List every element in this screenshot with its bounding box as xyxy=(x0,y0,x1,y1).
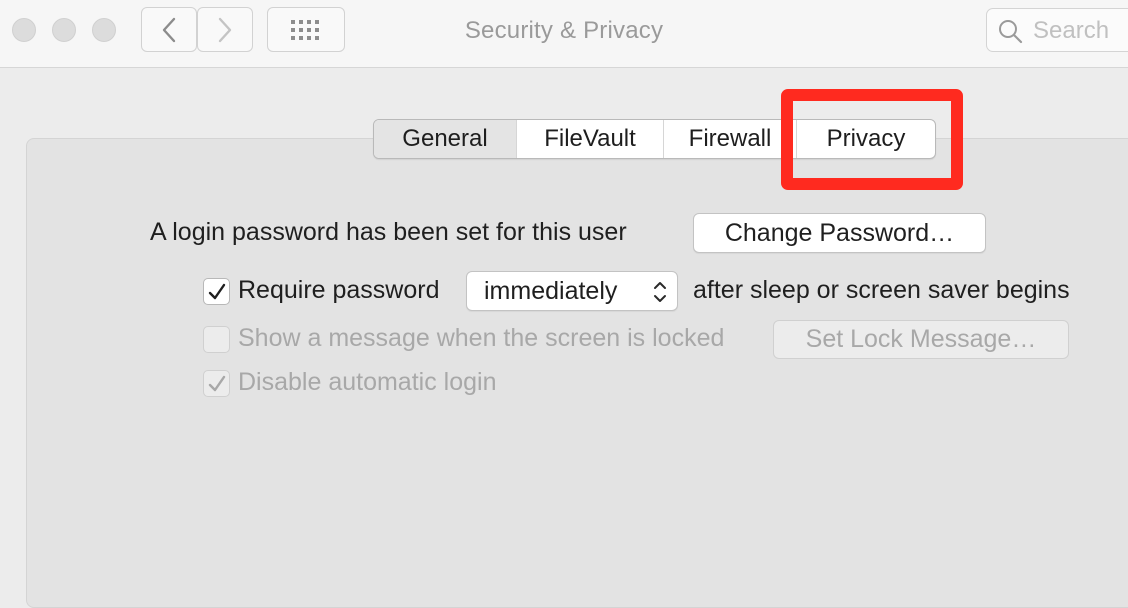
content-panel xyxy=(26,138,1128,608)
chevron-left-icon xyxy=(162,17,176,42)
require-password-select-value: immediately xyxy=(484,277,618,305)
set-lock-message-button[interactable]: Set Lock Message… xyxy=(773,320,1069,359)
tab-filevault[interactable]: FileVault xyxy=(517,120,664,158)
require-password-suffix: after sleep or screen saver begins xyxy=(693,276,1070,304)
disable-auto-login-checkbox[interactable] xyxy=(203,370,230,397)
change-password-button[interactable]: Change Password… xyxy=(693,213,986,253)
tab-bar: General FileVault Firewall Privacy xyxy=(373,119,936,159)
show-message-label: Show a message when the screen is locked xyxy=(238,324,725,352)
zoom-window-button[interactable] xyxy=(92,18,116,42)
require-password-checkbox[interactable] xyxy=(203,278,230,305)
search-icon xyxy=(999,20,1023,44)
show-all-button[interactable] xyxy=(267,7,345,52)
tab-general[interactable]: General xyxy=(374,120,517,158)
chevron-right-icon xyxy=(218,17,232,42)
tab-firewall[interactable]: Firewall xyxy=(664,120,797,158)
disable-auto-login-label: Disable automatic login xyxy=(238,368,497,396)
search-placeholder: Search xyxy=(1033,17,1110,44)
tab-privacy[interactable]: Privacy xyxy=(797,120,935,158)
require-password-label: Require password xyxy=(238,276,440,304)
grid-icon xyxy=(291,19,319,40)
search-field[interactable]: Search xyxy=(986,8,1128,52)
login-password-text: A login password has been set for this u… xyxy=(150,218,627,246)
forward-button[interactable] xyxy=(197,7,253,52)
title-bar: Security & Privacy Search xyxy=(0,0,1128,68)
minimize-window-button[interactable] xyxy=(52,18,76,42)
up-down-chevron-icon xyxy=(654,282,666,302)
checkmark-icon xyxy=(208,375,225,391)
back-button[interactable] xyxy=(141,7,197,52)
close-window-button[interactable] xyxy=(12,18,36,42)
checkmark-icon xyxy=(208,283,225,299)
show-message-checkbox[interactable] xyxy=(203,326,230,353)
require-password-select[interactable]: immediately xyxy=(466,271,678,311)
